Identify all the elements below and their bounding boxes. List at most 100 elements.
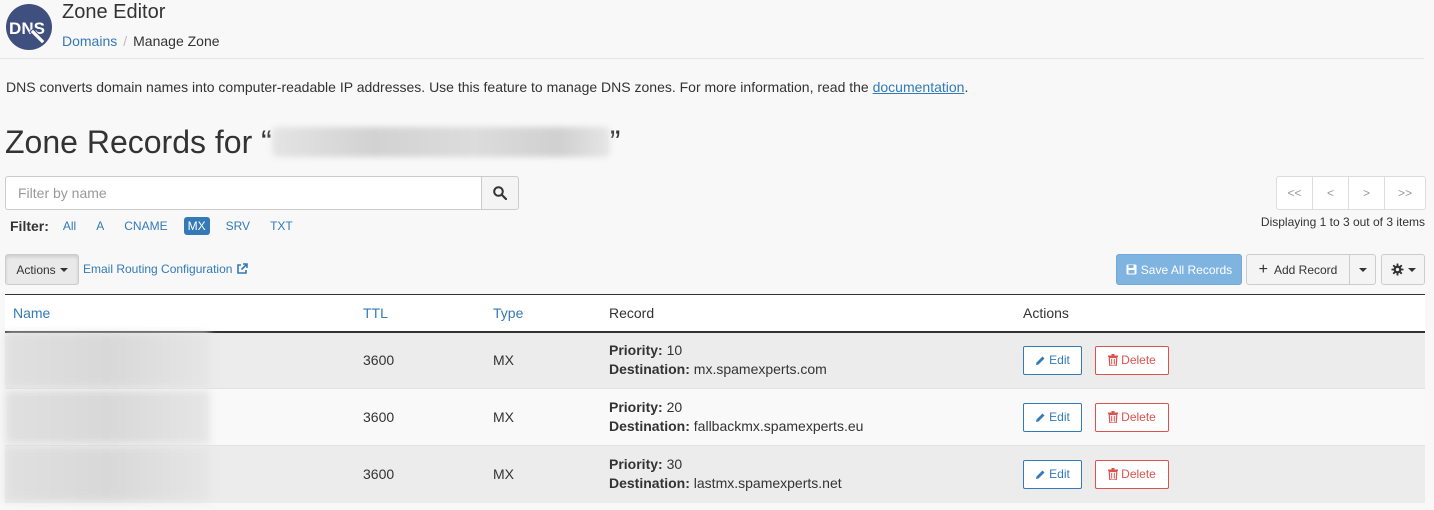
record-actions-cell: Edit Delete xyxy=(1015,445,1425,503)
search-button[interactable] xyxy=(481,176,519,210)
chevron-down-icon xyxy=(1358,267,1367,272)
redacted-record-name xyxy=(5,333,210,388)
priority-label: Priority: xyxy=(609,399,663,415)
record-priority: 10 xyxy=(666,342,683,359)
app-header: DNS Zone Editor Domains / Manage Zone xyxy=(0,0,1424,59)
record-name-cell xyxy=(5,388,355,446)
save-all-label: Save All Records xyxy=(1140,262,1233,277)
record-destination: lastmx.spamexperts.net xyxy=(693,475,842,492)
table-row: 3600 MX Priority: 10 Destination: mx.spa… xyxy=(5,331,1425,389)
edit-label: Edit xyxy=(1049,410,1070,424)
column-header-name[interactable]: Name xyxy=(5,294,355,333)
delete-label: Delete xyxy=(1121,467,1156,482)
save-all-records-button[interactable]: Save All Records xyxy=(1116,254,1242,285)
trash-icon xyxy=(1108,468,1119,481)
external-link-icon xyxy=(237,263,249,274)
destination-label: Destination: xyxy=(609,418,690,434)
record-priority: 20 xyxy=(666,399,683,415)
record-name-cell xyxy=(5,445,355,503)
delete-button[interactable]: Delete xyxy=(1095,345,1169,375)
search-icon xyxy=(493,186,507,200)
column-header-actions: Actions xyxy=(1015,294,1425,333)
previous-page-button[interactable]: < xyxy=(1312,176,1349,210)
priority-label: Priority: xyxy=(609,342,663,359)
heading-prefix: Zone Records for “ xyxy=(5,124,272,160)
table-row: 3600 MX Priority: 20 Destination: fallba… xyxy=(5,388,1425,446)
filter-a[interactable]: A xyxy=(92,217,108,235)
record-ttl: 3600 xyxy=(355,331,485,389)
dns-logo: DNS xyxy=(6,4,52,50)
actions-dropdown-button[interactable]: Actions xyxy=(5,254,79,285)
delete-button[interactable]: Delete xyxy=(1095,459,1169,489)
record-ttl: 3600 xyxy=(355,445,485,503)
record-type: MX xyxy=(485,445,601,503)
record-ttl: 3600 xyxy=(355,388,485,446)
column-header-record: Record xyxy=(601,294,1015,333)
trash-icon xyxy=(1108,411,1119,423)
column-header-ttl[interactable]: TTL xyxy=(355,294,485,333)
add-record-button[interactable]: + Add Record xyxy=(1246,254,1350,285)
pagination: << < > >> xyxy=(1276,176,1426,210)
edit-button[interactable]: Edit xyxy=(1023,345,1082,375)
record-actions-cell: Edit Delete xyxy=(1015,331,1425,389)
pencil-icon xyxy=(1036,356,1045,365)
priority-label: Priority: xyxy=(609,456,663,473)
filter-bar: Filter: All A CNAME MX SRV TXT xyxy=(10,217,309,235)
filter-label: Filter: xyxy=(10,218,49,234)
breadcrumb-separator: / xyxy=(123,33,128,49)
actions-label: Actions xyxy=(16,262,56,277)
gear-icon xyxy=(1390,263,1404,276)
filter-mx[interactable]: MX xyxy=(183,217,210,235)
edit-button[interactable]: Edit xyxy=(1023,402,1082,432)
add-record-label: Add Record xyxy=(1273,262,1338,277)
delete-button[interactable]: Delete xyxy=(1095,402,1169,432)
redacted-domain xyxy=(271,127,610,157)
add-record-dropdown-toggle[interactable] xyxy=(1350,254,1376,285)
redacted-record-name xyxy=(5,390,210,444)
intro-suffix: . xyxy=(964,79,969,95)
delete-label: Delete xyxy=(1121,353,1156,368)
zone-records-heading: Zone Records for “ ” xyxy=(5,124,620,161)
floppy-disk-icon xyxy=(1126,264,1137,275)
plus-icon: + xyxy=(1258,260,1268,278)
redacted-record-name xyxy=(5,447,210,502)
record-value-cell: Priority: 20 Destination: fallbackmx.spa… xyxy=(601,388,1015,446)
caret-down-icon xyxy=(59,267,68,272)
caret-down-icon xyxy=(1407,267,1416,272)
filter-all[interactable]: All xyxy=(59,217,80,235)
email-routing-link[interactable]: Email Routing Configuration xyxy=(83,262,249,276)
zone-records-table: Name TTL Type Record Actions 3600 MX Pri… xyxy=(5,294,1425,503)
trash-icon xyxy=(1108,354,1119,367)
breadcrumb-current: Manage Zone xyxy=(133,33,220,49)
page-title: Zone Editor xyxy=(62,1,166,23)
next-page-button[interactable]: > xyxy=(1348,176,1385,210)
email-routing-label: Email Routing Configuration xyxy=(83,262,233,276)
record-destination: mx.spamexperts.com xyxy=(693,361,827,378)
table-row: 3600 MX Priority: 30 Destination: lastmx… xyxy=(5,445,1425,503)
pencil-icon xyxy=(1036,413,1045,422)
destination-label: Destination: xyxy=(609,361,690,378)
edit-button[interactable]: Edit xyxy=(1023,459,1082,489)
intro-description: DNS converts domain names into computer-… xyxy=(6,79,873,95)
record-type: MX xyxy=(485,388,601,446)
first-page-button[interactable]: << xyxy=(1276,176,1313,210)
table-header-row: Name TTL Type Record Actions xyxy=(5,294,1425,333)
settings-dropdown-button[interactable] xyxy=(1381,254,1425,285)
delete-label: Delete xyxy=(1121,410,1156,424)
intro-text: DNS converts domain names into computer-… xyxy=(6,79,968,95)
record-name-cell xyxy=(5,331,355,389)
breadcrumb-domains-link[interactable]: Domains xyxy=(62,33,117,49)
filter-txt[interactable]: TXT xyxy=(266,217,297,235)
destination-label: Destination: xyxy=(609,475,690,492)
record-priority: 30 xyxy=(666,456,683,473)
search-input[interactable] xyxy=(5,176,481,210)
edit-label: Edit xyxy=(1049,467,1070,482)
edit-label: Edit xyxy=(1049,353,1070,368)
add-record-group: + Add Record xyxy=(1246,254,1376,285)
documentation-link[interactable]: documentation xyxy=(873,79,965,95)
heading-suffix: ” xyxy=(609,124,621,160)
column-header-type[interactable]: Type xyxy=(485,294,601,333)
filter-srv[interactable]: SRV xyxy=(222,217,254,235)
filter-cname[interactable]: CNAME xyxy=(120,217,171,235)
last-page-button[interactable]: >> xyxy=(1384,176,1426,210)
